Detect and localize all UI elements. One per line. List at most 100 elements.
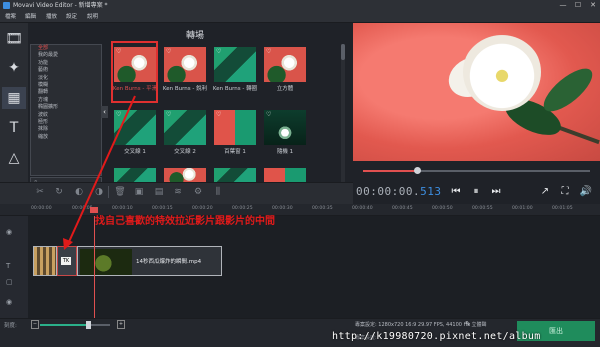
transition-label: Ken Burns - 轉圈 bbox=[212, 86, 258, 92]
menu-edit[interactable]: 編輯 bbox=[25, 11, 36, 23]
transition-thumb[interactable] bbox=[214, 168, 256, 182]
pause-icon: ⏸ bbox=[473, 186, 479, 197]
timecode-main: 00:00:00. bbox=[356, 185, 421, 198]
transition-thumb[interactable]: ♡ bbox=[164, 110, 206, 145]
transitions-tool[interactable]: ▦ bbox=[2, 87, 26, 109]
film-icon: 🎞 bbox=[5, 31, 23, 47]
color-adjust-button[interactable]: ◑ bbox=[92, 185, 106, 199]
transition-thumb[interactable]: ♡ bbox=[214, 47, 256, 82]
category-item[interactable]: 抹除 bbox=[31, 126, 101, 133]
transition-thumb[interactable] bbox=[264, 168, 306, 182]
heart-icon[interactable]: ♡ bbox=[216, 48, 221, 55]
skip-back-icon: ⏮ bbox=[451, 186, 461, 197]
category-item[interactable]: 我的最愛 bbox=[31, 52, 101, 59]
highlight-button[interactable]: ▤ bbox=[152, 185, 166, 199]
transition-thumb[interactable]: ♡ bbox=[164, 47, 206, 82]
ruler-tick: 00:00:20 bbox=[192, 206, 213, 211]
color-icon: ◑ bbox=[95, 187, 103, 197]
category-item[interactable]: 淡化 bbox=[31, 75, 101, 82]
annotation-text: 找自己喜歡的特效拉近影片跟影片的中間 bbox=[95, 216, 275, 227]
crop-button[interactable]: ◐ bbox=[72, 185, 86, 199]
clip-settings-button[interactable]: ⚙ bbox=[191, 185, 205, 199]
menu-help[interactable]: 說明 bbox=[87, 11, 98, 23]
zoom-in-button[interactable]: + bbox=[117, 320, 125, 329]
heart-icon[interactable]: ♡ bbox=[166, 48, 171, 55]
zoom-slider-knob[interactable] bbox=[85, 321, 91, 329]
app-icon bbox=[3, 2, 10, 9]
ruler-tick: 00:00:40 bbox=[352, 206, 373, 211]
clip-name: 14秒西瓜爆炸的瞬間.mp4 bbox=[136, 259, 202, 265]
trash-icon: 🗑 bbox=[114, 187, 126, 197]
menu-playback[interactable]: 播放 bbox=[46, 11, 57, 23]
highlight-icon: ▤ bbox=[154, 187, 164, 197]
playhead[interactable] bbox=[94, 216, 95, 318]
zoom-out-button[interactable]: − bbox=[31, 320, 39, 329]
transition-thumb[interactable]: ♡ bbox=[114, 110, 156, 145]
heart-icon[interactable]: ♡ bbox=[216, 111, 221, 118]
filters-tool[interactable]: ✦ bbox=[2, 57, 26, 79]
video-clip[interactable] bbox=[33, 246, 57, 276]
close-button[interactable]: ✕ bbox=[586, 0, 600, 11]
heart-icon[interactable]: ♡ bbox=[116, 111, 121, 118]
transition-clip[interactable]: TK bbox=[57, 246, 77, 276]
transition-thumb[interactable]: ♡ bbox=[214, 110, 256, 145]
collapse-panel-button[interactable]: ‹ bbox=[101, 106, 108, 118]
ruler-tick: 00:00:45 bbox=[392, 206, 413, 211]
volume-button[interactable]: 🔊 bbox=[578, 184, 594, 200]
zoom-label: 刻度: bbox=[4, 323, 17, 329]
callouts-tool[interactable]: △ bbox=[2, 147, 26, 169]
menu-file[interactable]: 檔案 bbox=[5, 11, 16, 23]
previous-frame-button[interactable]: ⏮ bbox=[448, 184, 464, 200]
transition-thumb[interactable]: ♡ bbox=[264, 47, 306, 82]
transition-thumb[interactable] bbox=[164, 168, 206, 182]
category-item[interactable]: 橢圓擴形 bbox=[31, 104, 101, 111]
selected-transition-highlight bbox=[111, 41, 158, 103]
heart-icon[interactable]: ♡ bbox=[166, 111, 171, 118]
delete-button[interactable]: 🗑 bbox=[113, 185, 127, 199]
ruler-tick: 00:01:05 bbox=[552, 206, 573, 211]
chevron-left-icon: ‹ bbox=[103, 108, 106, 116]
scissors-icon: ✂ bbox=[36, 187, 44, 197]
pause-button[interactable]: ⏸ bbox=[468, 184, 484, 200]
audio-settings-button[interactable]: ⫼ bbox=[211, 185, 225, 199]
cut-button[interactable]: ✂ bbox=[33, 185, 47, 199]
transition-thumb[interactable] bbox=[114, 168, 156, 182]
category-item[interactable]: 縮放 bbox=[31, 134, 101, 141]
menu-settings[interactable]: 設定 bbox=[66, 11, 77, 23]
fullscreen-button[interactable]: ⛶ bbox=[557, 184, 573, 200]
scrollbar-thumb[interactable] bbox=[341, 44, 345, 60]
heart-icon[interactable]: ♡ bbox=[266, 48, 271, 55]
category-item[interactable]: 波紋 bbox=[31, 112, 101, 119]
maximize-button[interactable]: ☐ bbox=[571, 0, 585, 11]
menu-bar: 檔案 編輯 播放 設定 說明 bbox=[0, 11, 600, 23]
image-icon: ▣ bbox=[134, 187, 144, 197]
category-item[interactable]: 翻轉 bbox=[31, 89, 101, 96]
minimize-button[interactable]: — bbox=[556, 0, 570, 11]
transition-thumb[interactable]: ♡ bbox=[264, 110, 306, 145]
stabilize-button[interactable]: ≋ bbox=[171, 185, 185, 199]
transition-marker: TK bbox=[61, 257, 71, 265]
popout-button[interactable]: ↗ bbox=[537, 184, 553, 200]
video-clip[interactable]: 14秒西瓜爆炸的瞬間.mp4 bbox=[77, 246, 222, 276]
import-media-tool[interactable]: 🎞 bbox=[2, 28, 26, 50]
playback-progress-fill bbox=[363, 170, 418, 172]
timecode-ms: 513 bbox=[420, 185, 442, 198]
titles-tool[interactable]: T bbox=[2, 117, 26, 139]
eye-icon[interactable]: ◉ bbox=[6, 228, 12, 236]
category-item[interactable]: 藝術 bbox=[31, 67, 101, 74]
media-button[interactable]: ▣ bbox=[132, 185, 146, 199]
next-frame-button[interactable]: ⏭ bbox=[488, 184, 504, 200]
ruler-tick: 00:00:35 bbox=[312, 206, 333, 211]
title-bar: Movavi Video Editor - 新增專案 * — ☐ ✕ bbox=[0, 0, 600, 11]
playhead-handle[interactable] bbox=[90, 207, 98, 213]
ruler-tick: 00:00:30 bbox=[272, 206, 293, 211]
gear-icon: ⚙ bbox=[193, 187, 203, 197]
rotate-button[interactable]: ↻ bbox=[52, 185, 66, 199]
heart-icon[interactable]: ♡ bbox=[266, 111, 271, 118]
audio-icon[interactable]: ◉ bbox=[6, 298, 12, 306]
rotate-icon: ↻ bbox=[55, 187, 63, 197]
transition-label: Ken Burns - 銳利 bbox=[162, 86, 208, 92]
playback-progress-knob[interactable] bbox=[414, 167, 422, 174]
pencil-icon[interactable]: ✎ bbox=[465, 320, 471, 328]
transitions-scrollbar[interactable] bbox=[341, 44, 345, 182]
